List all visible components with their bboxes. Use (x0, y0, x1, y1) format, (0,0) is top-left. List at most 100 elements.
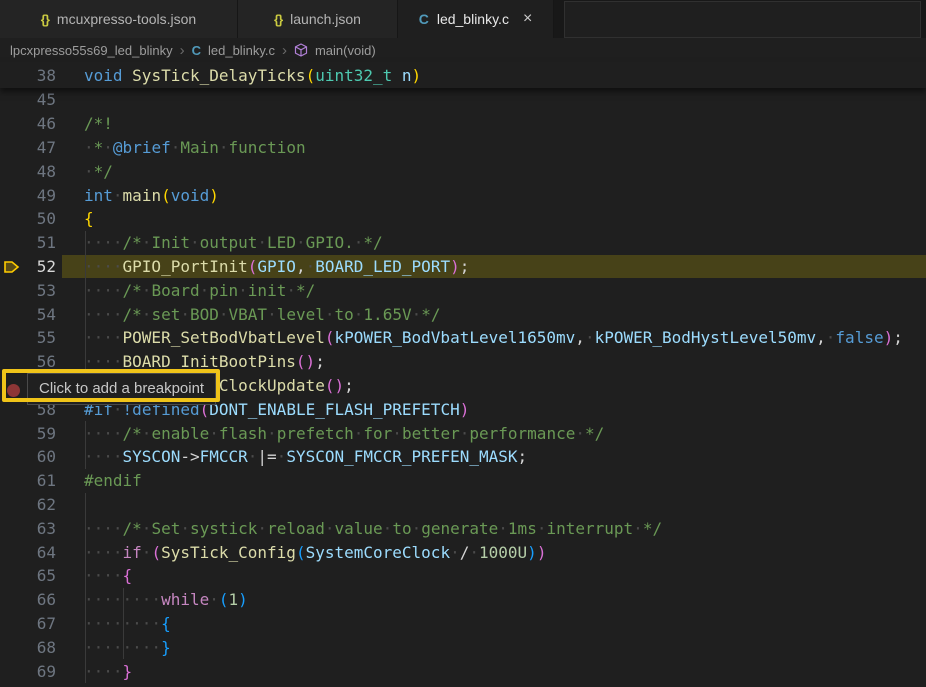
code-line-66[interactable]: 66········while·(1) (0, 588, 926, 612)
code-line-67[interactable]: 67········{ (0, 612, 926, 636)
sticky-scroll-line[interactable]: 38 void SysTick_DelayTicks(uint32_t n) (0, 62, 926, 88)
code-line-65[interactable]: 65····{ (0, 564, 926, 588)
code-token: |= (257, 447, 276, 466)
code-line-49[interactable]: 49int·main(void) (0, 183, 926, 207)
code-token: ; (893, 328, 903, 347)
line-number[interactable]: 53 (0, 281, 56, 300)
tab-launch-json[interactable]: {} launch.json (238, 0, 398, 38)
code-token: ) (450, 257, 460, 276)
code-token: uint32_t (315, 66, 392, 85)
code-line-50[interactable]: 50{ (0, 207, 926, 231)
code-token: · (142, 233, 152, 252)
code-token: interrupt (546, 519, 633, 538)
line-number[interactable]: 50 (0, 209, 56, 228)
line-number[interactable]: 67 (0, 614, 56, 633)
code-token: /* (123, 305, 142, 324)
symbol-cube-icon (294, 43, 308, 57)
line-number[interactable]: 61 (0, 471, 56, 490)
code-text: ····if·(SysTick_Config(SystemCoreClock·/… (84, 543, 546, 562)
line-number[interactable]: 62 (0, 495, 56, 514)
code-token: 1000U (479, 543, 527, 562)
tab-led-blinky-c[interactable]: C led_blinky.c × (398, 0, 554, 38)
code-token: reload (267, 519, 325, 538)
code-line-45[interactable]: 45 (0, 88, 926, 112)
breadcrumb-item-project[interactable]: lpcxpresso55s69_led_blinky (10, 43, 173, 58)
code-token: BOARD_InitBootPins (123, 352, 296, 371)
code-token: #endif (84, 471, 142, 490)
tab-mcuxpresso-tools-json[interactable]: {} mcuxpresso-tools.json (0, 0, 238, 38)
code-line-47[interactable]: 47·*·@brief·Main·function (0, 136, 926, 160)
code-line-52[interactable]: 52····GPIO_PortInit(GPIO,·BOARD_LED_PORT… (0, 255, 926, 279)
code-text: ····/*·Init·output·LED·GPIO.·*/ (84, 233, 383, 252)
line-number[interactable]: 68 (0, 638, 56, 657)
line-number: 38 (0, 66, 56, 85)
code-token: Init (151, 233, 190, 252)
code-token: · (142, 519, 152, 538)
code-token: ···· (84, 566, 123, 585)
line-number[interactable]: 49 (0, 186, 56, 205)
code-token: ( (306, 66, 316, 85)
code-token: Set (151, 519, 180, 538)
code-line-61[interactable]: 61 #endif (0, 469, 926, 493)
code-token: GPIO_PortInit (123, 257, 248, 276)
tab-label: mcuxpresso-tools.json (57, 11, 196, 27)
code-token: } (123, 662, 133, 681)
code-token: DONT_ENABLE_FLASH_PREFETCH (209, 400, 459, 419)
line-number[interactable]: 46 (0, 114, 56, 133)
close-icon[interactable]: × (523, 11, 532, 27)
code-line-53[interactable]: 53····/*·Board·pin·init·*/ (0, 278, 926, 302)
line-number[interactable]: 66 (0, 590, 56, 609)
editor[interactable]: 4546/*!47·*·@brief·Main·function48·*/49i… (0, 88, 926, 683)
code-line-51[interactable]: 51 ····/*·Init·output·LED·GPIO.·*/ (0, 231, 926, 255)
code-token: GPIO (257, 257, 296, 276)
indent-guide (85, 421, 86, 469)
code-line-56[interactable]: 56····BOARD_InitBootPins(); (0, 350, 926, 374)
code-line-69[interactable]: 69····} (0, 659, 926, 683)
code-token: false (835, 328, 883, 347)
line-number[interactable]: 48 (0, 162, 56, 181)
code-token: * (94, 138, 104, 157)
breakpoint-tooltip: Click to add a breakpoint (27, 373, 216, 405)
code-token: -> (180, 447, 199, 466)
line-number[interactable]: 56 (0, 352, 56, 371)
code-token: , (816, 328, 826, 347)
code-line-62[interactable]: 62 (0, 493, 926, 517)
code-token: · (142, 543, 152, 562)
line-number[interactable]: 65 (0, 566, 56, 585)
code-token: ( (219, 590, 229, 609)
code-token: /* (123, 233, 142, 252)
code-line-59[interactable]: 59····/*·enable·flash·prefetch·for·bette… (0, 421, 926, 445)
line-number[interactable]: 69 (0, 662, 56, 681)
code-line-64[interactable]: 64····if·(SysTick_Config(SystemCoreClock… (0, 540, 926, 564)
code-token: · (325, 305, 335, 324)
code-token: ( (296, 543, 306, 562)
line-number[interactable]: 47 (0, 138, 56, 157)
line-number[interactable]: 45 (0, 90, 56, 109)
code-token: · (460, 424, 470, 443)
code-token: */ (421, 305, 440, 324)
code-token: POWER_SetBodVbatLevel (123, 328, 325, 347)
line-number[interactable]: 60 (0, 447, 56, 466)
code-line-63[interactable]: 63····/*·Set·systick·reload·value·to·gen… (0, 516, 926, 540)
breakpoint-dot[interactable] (7, 384, 20, 397)
code-token: 1 (229, 590, 239, 609)
code-token: ···· (84, 424, 123, 443)
code-token: ( (248, 257, 258, 276)
code-line-55[interactable]: 55····POWER_SetBodVbatLevel(kPOWER_BodVb… (0, 326, 926, 350)
code-token: · (325, 519, 335, 538)
code-line-68[interactable]: 68········} (0, 635, 926, 659)
code-line-48[interactable]: 48·*/ (0, 159, 926, 183)
code-line-60[interactable]: 60····SYSCON->FMCCR·|=·SYSCON_FMCCR_PREF… (0, 445, 926, 469)
code-line-54[interactable]: 54····/*·set·BOD·VBAT·level·to·1.65V·*/ (0, 302, 926, 326)
code-line-46[interactable]: 46/*! (0, 112, 926, 136)
code-token: · (633, 519, 643, 538)
line-number[interactable]: 51 (0, 233, 56, 252)
line-number[interactable]: 59 (0, 424, 56, 443)
code-token: 1.65V (363, 305, 411, 324)
line-number[interactable]: 54 (0, 305, 56, 324)
line-number[interactable]: 63 (0, 519, 56, 538)
line-number[interactable]: 64 (0, 543, 56, 562)
breadcrumb-item-symbol[interactable]: main(void) (315, 43, 376, 58)
line-number[interactable]: 55 (0, 328, 56, 347)
breadcrumb-item-file[interactable]: led_blinky.c (208, 43, 275, 58)
